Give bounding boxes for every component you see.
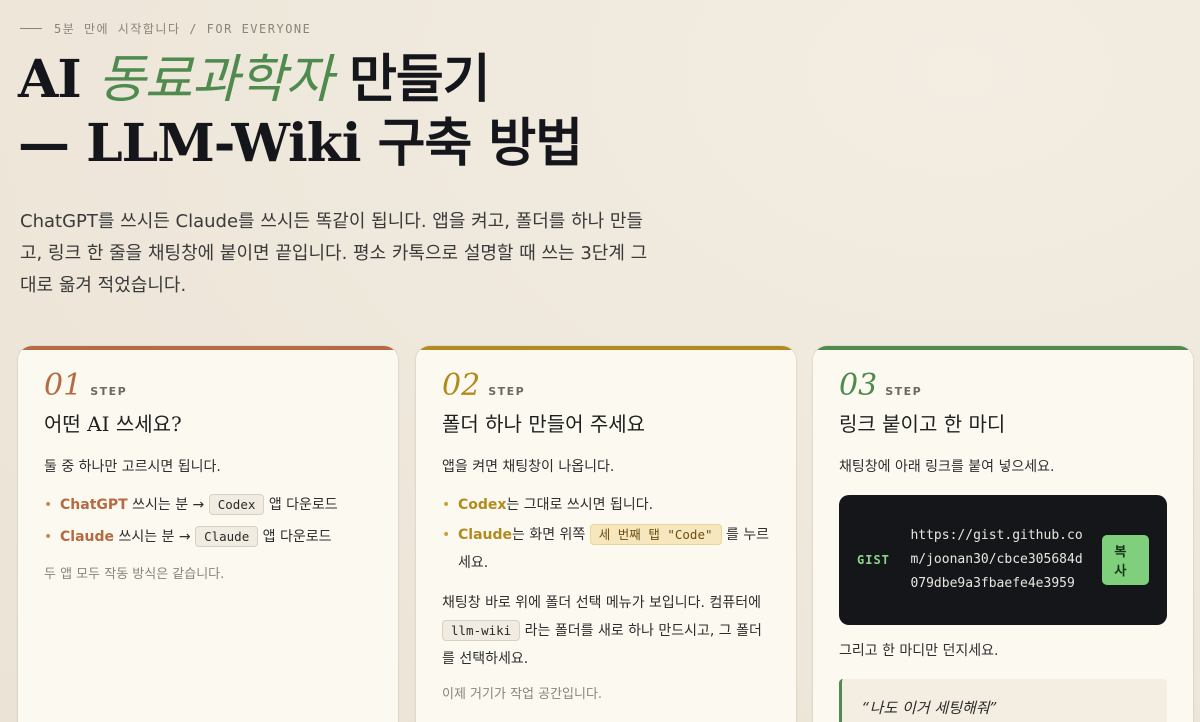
page-title: AI 동료과학자 만들기 — LLM-Wiki 구축 방법 — [18, 48, 583, 176]
step-card-1: 01 STEP 어떤 AI 쓰세요? 둘 중 하나만 고르시면 됩니다. • C… — [18, 346, 398, 722]
item-text: 쓰시는 분 → — [114, 529, 196, 545]
title-pre: AI — [18, 49, 98, 110]
card-accent-bar — [813, 346, 1193, 350]
step-label: STEP — [885, 385, 923, 398]
card-note: 이제 거기가 작업 공간입니다. — [442, 687, 603, 702]
card-title: 어떤 AI 쓰세요? — [44, 412, 182, 436]
step-card-2: 02 STEP 폴더 하나 만들어 주세요 앱을 켜면 채팅창이 나옵니다. •… — [416, 346, 796, 722]
list-item: • Codex는 그대로 쓰시면 됩니다. — [442, 489, 770, 521]
step-card-3: 03 STEP 링크 붙이고 한 마디 채팅창에 아래 링크를 붙여 넣으세요.… — [813, 346, 1193, 722]
folder-instructions: 채팅창 바로 위에 폴더 선택 메뉴가 보입니다. 컴퓨터에 llm-wiki … — [442, 589, 770, 673]
item-text: 는 화면 위쪽 — [512, 527, 590, 543]
eyebrow-rule — [20, 28, 42, 29]
card-lead: 채팅창에 아래 링크를 붙여 넣으세요. — [839, 459, 1055, 475]
gist-link-box: GIST https://gist.github.com/joonan30/cb… — [839, 495, 1167, 625]
list-item: • ChatGPT 쓰시는 분 → Codex 앱 다운로드 — [44, 489, 372, 521]
option-list: • Codex는 그대로 쓰시면 됩니다. • Claude는 화면 위쪽 세 … — [442, 489, 770, 577]
bullet-icon: • — [442, 497, 451, 513]
card-accent-bar — [416, 346, 796, 350]
step-header: 01 STEP — [44, 368, 372, 403]
intro-text: ChatGPT를 쓰시든 Claude를 쓰시든 똑같이 됩니다. 앱을 켜고,… — [20, 211, 648, 296]
card-lead: 둘 중 하나만 고르시면 됩니다. — [44, 459, 221, 475]
title-accent: 동료과학자 — [97, 50, 333, 110]
option-list: • ChatGPT 쓰시는 분 → Codex 앱 다운로드 • Claude … — [44, 489, 372, 553]
step-number: 01 — [44, 368, 83, 403]
card-accent-bar — [18, 346, 398, 350]
code-chip: 세 번째 탭 "Code" — [589, 524, 722, 545]
step-label: STEP — [488, 385, 526, 398]
item-text: 는 그대로 쓰시면 됩니다. — [506, 497, 654, 513]
bullet-icon: • — [44, 497, 53, 513]
code-chip: Codex — [208, 494, 265, 515]
app-name: Claude — [60, 529, 115, 545]
copy-button[interactable]: 복사 — [1102, 535, 1150, 585]
app-name: Codex — [458, 497, 507, 513]
card-note: 두 앱 모두 작동 방식은 같습니다. — [44, 567, 225, 582]
item-tail: 앱 다운로드 — [264, 497, 338, 513]
code-chip: Claude — [195, 526, 259, 547]
bullet-icon: • — [442, 527, 451, 543]
step-header: 03 STEP — [839, 368, 1167, 403]
list-item: • Claude 쓰시는 분 → Claude 앱 다운로드 — [44, 521, 372, 553]
eyebrow: 5분 만에 시작합니다 / FOR EVERYONE — [20, 20, 311, 37]
step-number: 02 — [442, 368, 481, 403]
para-text-a: 채팅창 바로 위에 폴더 선택 메뉴가 보입니다. 컴퓨터에 — [442, 595, 761, 611]
step-number: 03 — [839, 368, 878, 403]
eyebrow-text: 5분 만에 시작합니다 / FOR EVERYONE — [54, 22, 312, 36]
title-line2: — LLM-Wiki 구축 방법 — [18, 113, 583, 174]
card-after-text: 그리고 한 마디만 던지세요. — [839, 643, 999, 659]
bullet-icon: • — [44, 529, 53, 545]
card-lead: 앱을 켜면 채팅창이 나옵니다. — [442, 459, 615, 475]
code-chip: llm-wiki — [442, 620, 521, 641]
app-name: ChatGPT — [60, 497, 128, 513]
card-title: 링크 붙이고 한 마디 — [839, 412, 1006, 436]
step-header: 02 STEP — [442, 368, 770, 403]
step-label: STEP — [90, 385, 128, 398]
card-title: 폴더 하나 만들어 주세요 — [442, 412, 646, 436]
app-name: Claude — [458, 527, 513, 543]
title-post: 만들기 — [331, 49, 491, 110]
item-text: 쓰시는 분 → — [127, 497, 209, 513]
gist-tag: GIST — [857, 553, 890, 567]
list-item: • Claude는 화면 위쪽 세 번째 탭 "Code" 를 누르세요. — [442, 521, 770, 577]
gist-url[interactable]: https://gist.github.com/joonan30/cbce305… — [910, 524, 1090, 596]
item-tail: 앱 다운로드 — [258, 529, 332, 545]
prompt-quote: “나도 이거 세팅해줘” — [839, 679, 1167, 722]
